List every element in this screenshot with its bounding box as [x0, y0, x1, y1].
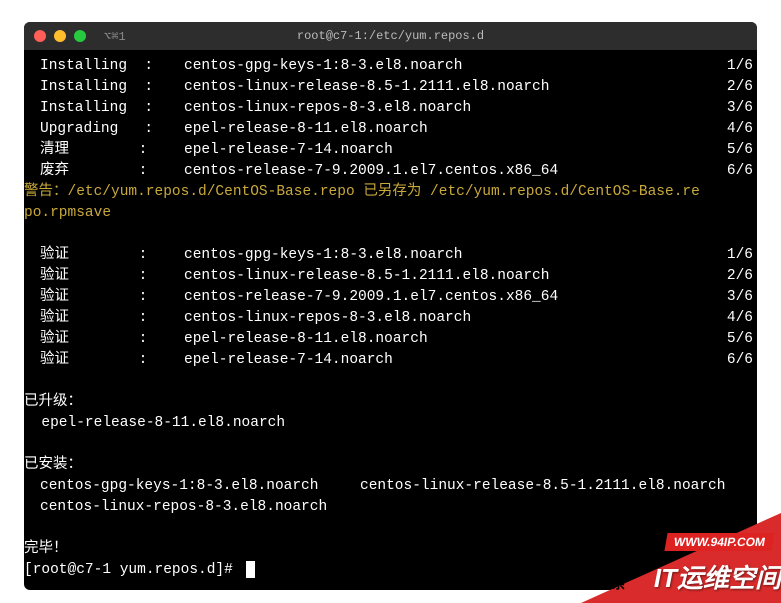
blank-line [24, 434, 757, 455]
transaction-line: 验证 : epel-release-8-11.el8.noarch5/6 [24, 329, 757, 350]
progress-count: 1/6 [715, 56, 757, 77]
action-label: Installing : [40, 98, 184, 119]
package-name: centos-release-7-9.2009.1.el7.centos.x86… [184, 287, 715, 308]
progress-count: 4/6 [715, 308, 757, 329]
terminal-body[interactable]: Installing : centos-gpg-keys-1:8-3.el8.n… [24, 50, 757, 581]
transaction-line: 清理 : epel-release-7-14.noarch5/6 [24, 140, 757, 161]
terminal-window: ⌥⌘1 root@c7-1:/etc/yum.repos.d Installin… [24, 22, 757, 590]
transaction-line: 废弃 : centos-release-7-9.2009.1.el7.cento… [24, 161, 757, 182]
transaction-line: Installing : centos-linux-repos-8-3.el8.… [24, 98, 757, 119]
titlebar: ⌥⌘1 root@c7-1:/etc/yum.repos.d [24, 22, 757, 50]
prompt-line[interactable]: [root@c7-1 yum.repos.d]# [24, 560, 757, 581]
installed-pkg-row: centos-gpg-keys-1:8-3.el8.noarchcentos-l… [24, 476, 757, 497]
warning-line: 警告：/etc/yum.repos.d/CentOS-Base.repo 已另存… [24, 182, 757, 203]
package-name: epel-release-7-14.noarch [184, 350, 715, 371]
installed-header: 已安装： [24, 455, 757, 476]
progress-count: 3/6 [715, 287, 757, 308]
transaction-line: Installing : centos-linux-release-8.5-1.… [24, 77, 757, 98]
progress-count: 5/6 [715, 329, 757, 350]
maximize-button[interactable] [74, 30, 86, 42]
progress-count: 6/6 [715, 350, 757, 371]
blank-line [24, 224, 757, 245]
action-label: 验证 : [40, 245, 184, 266]
action-label: Installing : [40, 56, 184, 77]
transaction-line: 验证 : centos-gpg-keys-1:8-3.el8.noarch1/6 [24, 245, 757, 266]
progress-count: 1/6 [715, 245, 757, 266]
package-name: epel-release-8-11.el8.noarch [184, 119, 715, 140]
transaction-line: 验证 : epel-release-7-14.noarch6/6 [24, 350, 757, 371]
progress-count: 2/6 [715, 77, 757, 98]
blank-line [24, 371, 757, 392]
blank-line [24, 518, 757, 539]
transaction-line: 验证 : centos-release-7-9.2009.1.el7.cento… [24, 287, 757, 308]
transaction-line: 验证 : centos-linux-release-8.5-1.2111.el8… [24, 266, 757, 287]
action-label: Upgrading : [40, 119, 184, 140]
package-name: centos-release-7-9.2009.1.el7.centos.x86… [184, 161, 715, 182]
package-name: centos-linux-repos-8-3.el8.noarch [184, 308, 715, 329]
package-name: epel-release-7-14.noarch [184, 140, 715, 161]
package-name: centos-linux-release-8.5-1.2111.el8.noar… [184, 77, 715, 98]
close-button[interactable] [34, 30, 46, 42]
action-label: 验证 : [40, 287, 184, 308]
complete-line: 完毕！ [24, 539, 757, 560]
transaction-line: 验证 : centos-linux-repos-8-3.el8.noarch4/… [24, 308, 757, 329]
tab-shortcut-label: ⌥⌘1 [104, 29, 126, 44]
progress-count: 6/6 [715, 161, 757, 182]
progress-count: 4/6 [715, 119, 757, 140]
traffic-lights [34, 30, 86, 42]
action-label: 验证 : [40, 308, 184, 329]
transaction-line: Upgrading : epel-release-8-11.el8.noarch… [24, 119, 757, 140]
upgraded-pkg: epel-release-8-11.el8.noarch [24, 413, 757, 434]
package-name: centos-gpg-keys-1:8-3.el8.noarch [184, 56, 715, 77]
action-label: Installing : [40, 77, 184, 98]
action-label: 验证 : [40, 329, 184, 350]
progress-count: 3/6 [715, 98, 757, 119]
action-label: 废弃 : [40, 161, 184, 182]
package-name: centos-linux-release-8.5-1.2111.el8.noar… [184, 266, 715, 287]
window-title: root@c7-1:/etc/yum.repos.d [297, 29, 484, 43]
action-label: 清理 : [40, 140, 184, 161]
installed-pkg-row: centos-linux-repos-8-3.el8.noarch [24, 497, 757, 518]
action-label: 验证 : [40, 266, 184, 287]
progress-count: 5/6 [715, 140, 757, 161]
transaction-line: Installing : centos-gpg-keys-1:8-3.el8.n… [24, 56, 757, 77]
action-label: 验证 : [40, 350, 184, 371]
package-name: centos-gpg-keys-1:8-3.el8.noarch [184, 245, 715, 266]
package-name: epel-release-8-11.el8.noarch [184, 329, 715, 350]
progress-count: 2/6 [715, 266, 757, 287]
warning-line: po.rpmsave [24, 203, 757, 224]
package-name: centos-linux-repos-8-3.el8.noarch [184, 98, 715, 119]
upgraded-header: 已升级： [24, 392, 757, 413]
cursor-icon [246, 561, 255, 578]
minimize-button[interactable] [54, 30, 66, 42]
